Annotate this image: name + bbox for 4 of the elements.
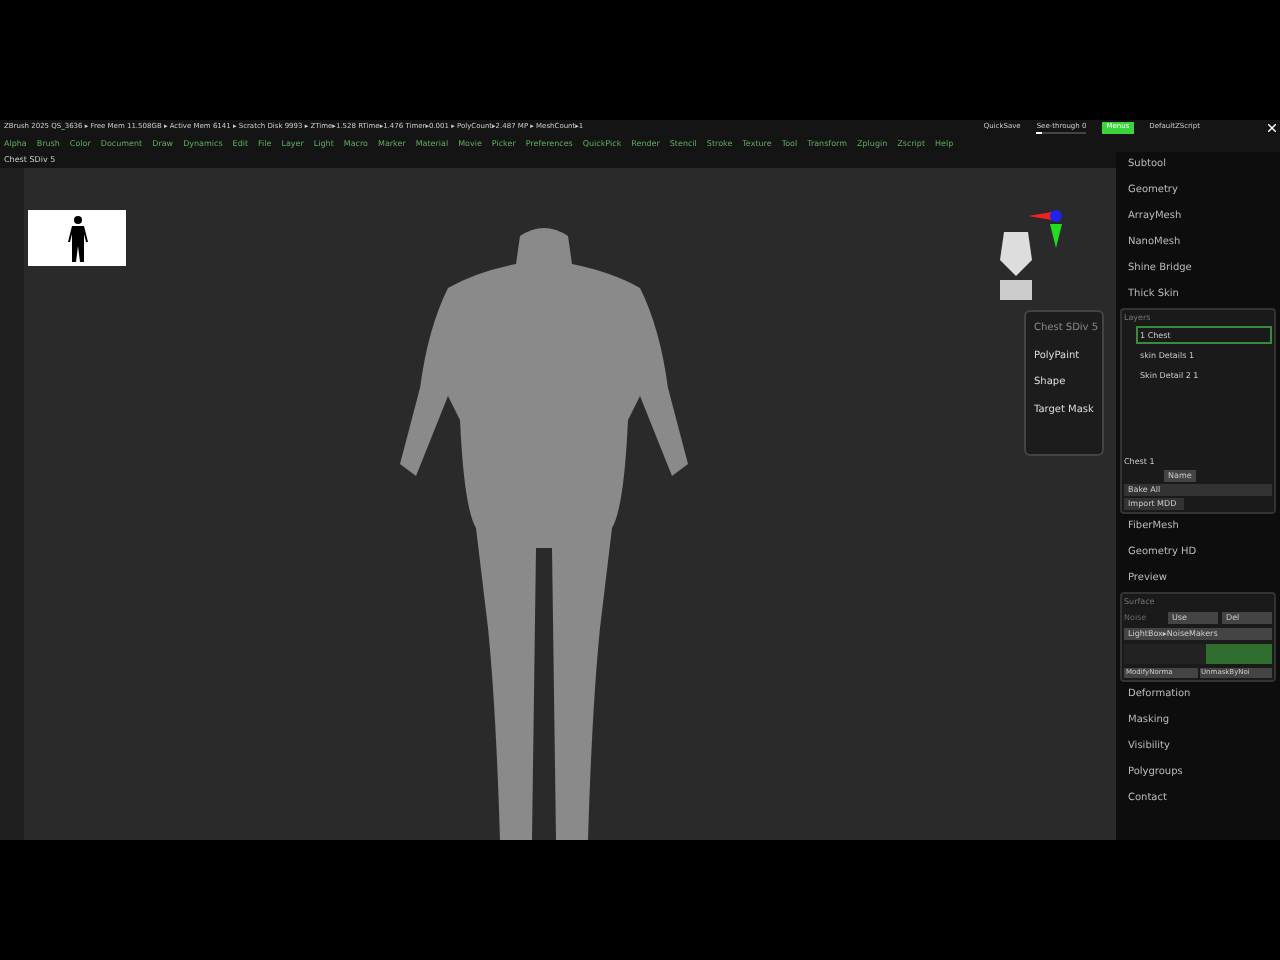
silhouette-icon xyxy=(65,214,89,262)
close-icon[interactable] xyxy=(1268,124,1276,132)
noise-strength-slider[interactable] xyxy=(1124,644,1272,664)
axis-gizmo-icon xyxy=(1028,208,1068,252)
